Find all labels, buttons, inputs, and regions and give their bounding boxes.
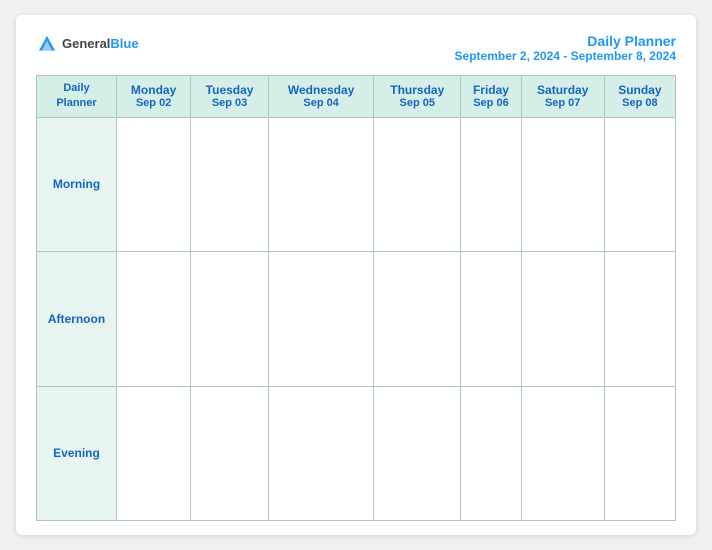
afternoon-friday[interactable] [461,252,521,386]
logo-blue: Blue [110,36,138,51]
afternoon-thursday[interactable] [374,252,461,386]
daily-planner-header: DailyPlanner [37,76,117,118]
header-wednesday: Wednesday Sep 04 [268,76,373,118]
evening-tuesday[interactable] [191,386,269,520]
logo-general: General [62,36,110,51]
header-sunday: Sunday Sep 08 [604,76,675,118]
afternoon-label: Afternoon [37,252,117,386]
afternoon-monday[interactable] [117,252,191,386]
logo-text: GeneralBlue [62,36,139,52]
saturday-date: Sep 07 [524,97,602,109]
morning-monday[interactable] [117,117,191,251]
evening-thursday[interactable] [374,386,461,520]
planner-title: Daily Planner [455,33,676,49]
logo-icon [36,33,58,55]
calendar-table: DailyPlanner Monday Sep 02 Tuesday Sep 0… [36,75,676,521]
thursday-name: Thursday [376,83,458,97]
table-body: Morning Afternoon Evening [37,117,676,520]
wednesday-name: Wednesday [271,83,371,97]
header: GeneralBlue Daily Planner September 2, 2… [36,33,676,63]
morning-sunday[interactable] [604,117,675,251]
monday-date: Sep 02 [119,97,188,109]
afternoon-sunday[interactable] [604,252,675,386]
sunday-date: Sep 08 [607,97,673,109]
tuesday-date: Sep 03 [193,97,266,109]
header-row: DailyPlanner Monday Sep 02 Tuesday Sep 0… [37,76,676,118]
table-header: DailyPlanner Monday Sep 02 Tuesday Sep 0… [37,76,676,118]
evening-row: Evening [37,386,676,520]
evening-label: Evening [37,386,117,520]
morning-tuesday[interactable] [191,117,269,251]
evening-monday[interactable] [117,386,191,520]
header-monday: Monday Sep 02 [117,76,191,118]
friday-name: Friday [463,83,518,97]
page: GeneralBlue Daily Planner September 2, 2… [16,15,696,535]
header-friday: Friday Sep 06 [461,76,521,118]
morning-saturday[interactable] [521,117,604,251]
morning-label: Morning [37,117,117,251]
evening-saturday[interactable] [521,386,604,520]
morning-wednesday[interactable] [268,117,373,251]
afternoon-row: Afternoon [37,252,676,386]
morning-row: Morning [37,117,676,251]
monday-name: Monday [119,83,188,97]
morning-friday[interactable] [461,117,521,251]
logo-area: GeneralBlue [36,33,139,55]
planner-date-range: September 2, 2024 - September 8, 2024 [455,49,676,63]
evening-wednesday[interactable] [268,386,373,520]
tuesday-name: Tuesday [193,83,266,97]
friday-date: Sep 06 [463,97,518,109]
header-tuesday: Tuesday Sep 03 [191,76,269,118]
morning-thursday[interactable] [374,117,461,251]
afternoon-saturday[interactable] [521,252,604,386]
header-thursday: Thursday Sep 05 [374,76,461,118]
header-saturday: Saturday Sep 07 [521,76,604,118]
saturday-name: Saturday [524,83,602,97]
wednesday-date: Sep 04 [271,97,371,109]
sunday-name: Sunday [607,83,673,97]
afternoon-tuesday[interactable] [191,252,269,386]
afternoon-wednesday[interactable] [268,252,373,386]
evening-sunday[interactable] [604,386,675,520]
thursday-date: Sep 05 [376,97,458,109]
evening-friday[interactable] [461,386,521,520]
title-area: Daily Planner September 2, 2024 - Septem… [455,33,676,63]
